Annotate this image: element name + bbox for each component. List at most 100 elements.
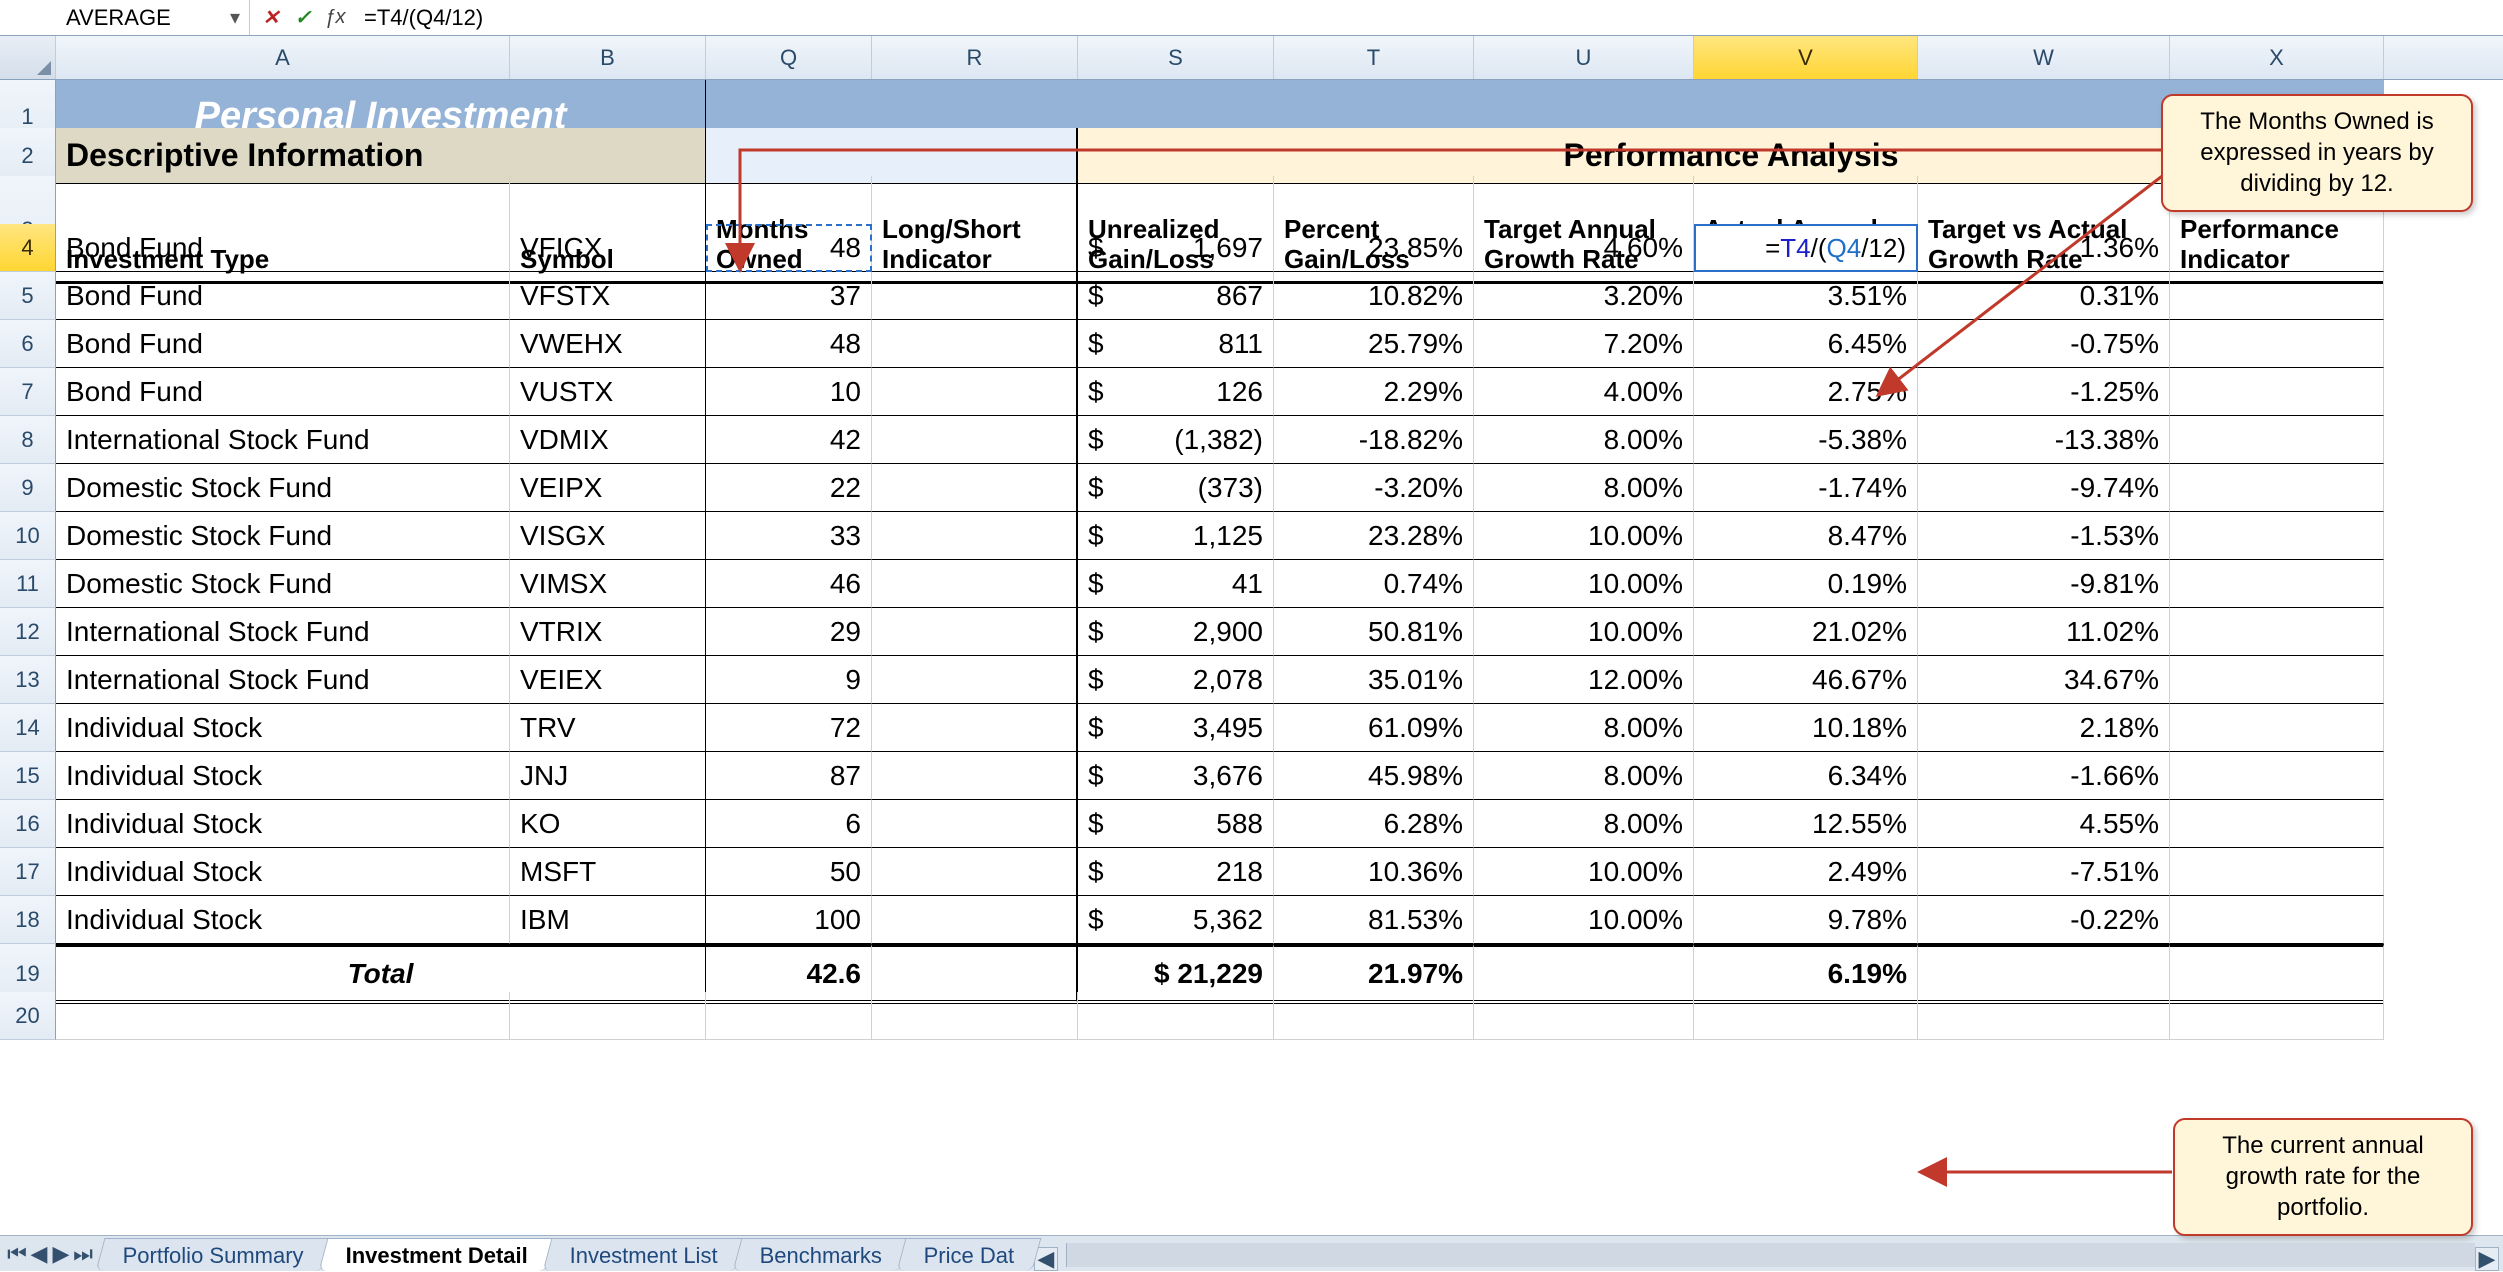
cell-W4[interactable]: 1.36% — [1918, 224, 2170, 272]
cell-X12[interactable] — [2170, 608, 2384, 656]
cell-W7[interactable]: -1.25% — [1918, 368, 2170, 416]
cell-R13[interactable] — [872, 656, 1078, 704]
cell-W5[interactable]: 0.31% — [1918, 272, 2170, 320]
cell-R9[interactable] — [872, 464, 1078, 512]
cell-R5[interactable] — [872, 272, 1078, 320]
column-header-V[interactable]: V — [1694, 36, 1918, 79]
cell-A9[interactable]: Domestic Stock Fund — [56, 464, 510, 512]
cell-U10[interactable]: 10.00% — [1474, 512, 1694, 560]
cell-S7[interactable]: $126 — [1078, 368, 1274, 416]
cell-T8[interactable]: -18.82% — [1274, 416, 1474, 464]
column-header-B[interactable]: B — [510, 36, 706, 79]
cell-Q4[interactable]: 48 — [706, 224, 872, 272]
cell-V5[interactable]: 3.51% — [1694, 272, 1918, 320]
cell-B14[interactable]: TRV — [510, 704, 706, 752]
cell-V15[interactable]: 6.34% — [1694, 752, 1918, 800]
cell-A18[interactable]: Individual Stock — [56, 896, 510, 944]
row-header-15[interactable]: 15 — [0, 752, 56, 800]
cell-A11[interactable]: Domestic Stock Fund — [56, 560, 510, 608]
cell-U18[interactable]: 10.00% — [1474, 896, 1694, 944]
cell-W12[interactable]: 11.02% — [1918, 608, 2170, 656]
cell-U15[interactable]: 8.00% — [1474, 752, 1694, 800]
cell-W8[interactable]: -13.38% — [1918, 416, 2170, 464]
sheet-tab-portfolio-summary[interactable]: Portfolio Summary — [96, 1238, 332, 1271]
cell-W10[interactable]: -1.53% — [1918, 512, 2170, 560]
cell-T13[interactable]: 35.01% — [1274, 656, 1474, 704]
spreadsheet-grid[interactable]: 1Personal Investment2Descriptive Informa… — [0, 80, 2503, 1040]
cell-B11[interactable]: VIMSX — [510, 560, 706, 608]
column-header-X[interactable]: X — [2170, 36, 2384, 79]
cell-V6[interactable]: 6.45% — [1694, 320, 1918, 368]
tab-nav-prev-icon[interactable]: ◀ — [28, 1243, 50, 1265]
cell-A13[interactable]: International Stock Fund — [56, 656, 510, 704]
cell-B12[interactable]: VTRIX — [510, 608, 706, 656]
formula-input[interactable]: =T4/(Q4/12) — [356, 0, 2503, 35]
cell-X9[interactable] — [2170, 464, 2384, 512]
cell-T12[interactable]: 50.81% — [1274, 608, 1474, 656]
cell-W13[interactable]: 34.67% — [1918, 656, 2170, 704]
cell-T11[interactable]: 0.74% — [1274, 560, 1474, 608]
cell-X10[interactable] — [2170, 512, 2384, 560]
tab-nav-next-icon[interactable]: ▶ — [50, 1243, 72, 1265]
cell-U13[interactable]: 12.00% — [1474, 656, 1694, 704]
cell-U9[interactable]: 8.00% — [1474, 464, 1694, 512]
cell-Q12[interactable]: 29 — [706, 608, 872, 656]
cell-T17[interactable]: 10.36% — [1274, 848, 1474, 896]
cell-X13[interactable] — [2170, 656, 2384, 704]
cell-V9[interactable]: -1.74% — [1694, 464, 1918, 512]
cell-row20-8[interactable] — [1918, 992, 2170, 1040]
cell-U5[interactable]: 3.20% — [1474, 272, 1694, 320]
cell-W15[interactable]: -1.66% — [1918, 752, 2170, 800]
cell-B18[interactable]: IBM — [510, 896, 706, 944]
cell-V10[interactable]: 8.47% — [1694, 512, 1918, 560]
cell-row20-7[interactable] — [1694, 992, 1918, 1040]
cancel-icon[interactable]: ✕ — [258, 5, 284, 31]
cell-Q9[interactable]: 22 — [706, 464, 872, 512]
row-header-7[interactable]: 7 — [0, 368, 56, 416]
column-header-S[interactable]: S — [1078, 36, 1274, 79]
cell-B13[interactable]: VEIEX — [510, 656, 706, 704]
cell-X16[interactable] — [2170, 800, 2384, 848]
cell-Q7[interactable]: 10 — [706, 368, 872, 416]
cell-B8[interactable]: VDMIX — [510, 416, 706, 464]
cell-R17[interactable] — [872, 848, 1078, 896]
cell-B7[interactable]: VUSTX — [510, 368, 706, 416]
cell-S16[interactable]: $588 — [1078, 800, 1274, 848]
sheet-tab-investment-detail[interactable]: Investment Detail — [319, 1238, 556, 1271]
cell-A5[interactable]: Bond Fund — [56, 272, 510, 320]
cell-T5[interactable]: 10.82% — [1274, 272, 1474, 320]
cell-W11[interactable]: -9.81% — [1918, 560, 2170, 608]
row-header-14[interactable]: 14 — [0, 704, 56, 752]
row-header-13[interactable]: 13 — [0, 656, 56, 704]
cell-U14[interactable]: 8.00% — [1474, 704, 1694, 752]
cell-S15[interactable]: $3,676 — [1078, 752, 1274, 800]
cell-R18[interactable] — [872, 896, 1078, 944]
sheet-tab-investment-list[interactable]: Investment List — [543, 1238, 746, 1271]
cell-S14[interactable]: $3,495 — [1078, 704, 1274, 752]
cell-A7[interactable]: Bond Fund — [56, 368, 510, 416]
cell-U8[interactable]: 8.00% — [1474, 416, 1694, 464]
cell-V12[interactable]: 21.02% — [1694, 608, 1918, 656]
cell-R4[interactable] — [872, 224, 1078, 272]
cell-R6[interactable] — [872, 320, 1078, 368]
cell-row20-0[interactable] — [56, 992, 510, 1040]
cell-T10[interactable]: 23.28% — [1274, 512, 1474, 560]
column-header-T[interactable]: T — [1274, 36, 1474, 79]
cell-V16[interactable]: 12.55% — [1694, 800, 1918, 848]
row-header-12[interactable]: 12 — [0, 608, 56, 656]
cell-Q18[interactable]: 100 — [706, 896, 872, 944]
name-box[interactable]: AVERAGE — [60, 3, 225, 33]
cell-S10[interactable]: $1,125 — [1078, 512, 1274, 560]
tab-nav-first-icon[interactable]: ⏮ — [6, 1243, 28, 1265]
row-header-5[interactable]: 5 — [0, 272, 56, 320]
cell-row20-2[interactable] — [706, 992, 872, 1040]
cell-X18[interactable] — [2170, 896, 2384, 944]
column-header-W[interactable]: W — [1918, 36, 2170, 79]
cell-X17[interactable] — [2170, 848, 2384, 896]
cell-S8[interactable]: $(1,382) — [1078, 416, 1274, 464]
cell-X6[interactable] — [2170, 320, 2384, 368]
cell-R10[interactable] — [872, 512, 1078, 560]
cell-A6[interactable]: Bond Fund — [56, 320, 510, 368]
sheet-tab-benchmarks[interactable]: Benchmarks — [733, 1238, 910, 1271]
cell-R11[interactable] — [872, 560, 1078, 608]
